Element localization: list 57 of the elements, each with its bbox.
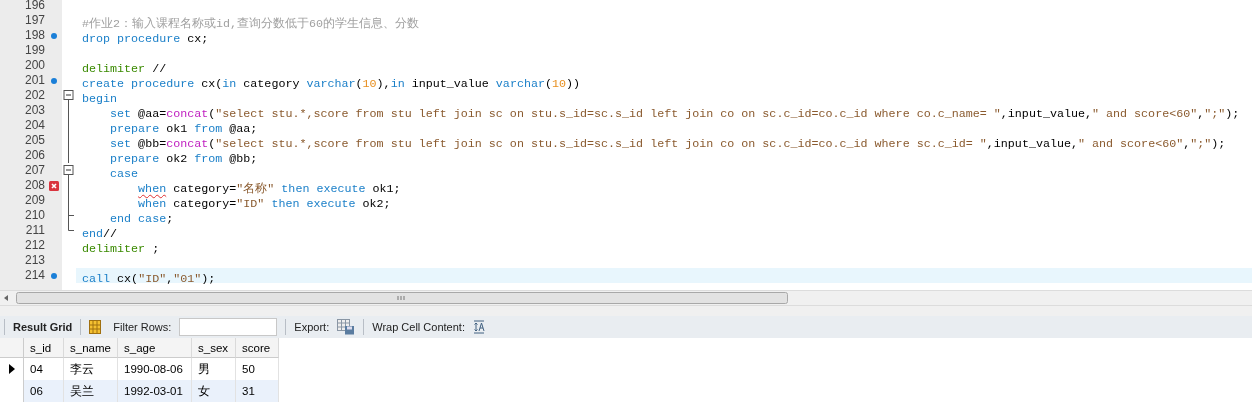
table-cell: 31	[236, 380, 279, 402]
grid-icon[interactable]	[89, 320, 102, 334]
code-line: when category="ID" then execute ok2;	[137, 197, 391, 211]
code-line: delimiter ;	[82, 242, 160, 256]
table-cell: 女	[192, 380, 236, 402]
code-line: begin	[82, 92, 118, 106]
code-line: end//	[82, 227, 118, 241]
code-line: call cx("ID","01");	[82, 272, 216, 286]
code-line: create procedure cx(in category varchar(10),in input_value varchar(10))	[82, 77, 581, 91]
line-number: 208	[23, 178, 45, 193]
line-number: 197	[23, 13, 45, 28]
line-number: 206	[23, 148, 45, 163]
line-number: 207	[23, 163, 45, 178]
code-line: when category="名称" then execute ok1;	[137, 182, 401, 196]
code-line: delimiter //	[82, 62, 167, 76]
code-line: end case;	[109, 212, 174, 226]
column-header[interactable]: s_name	[64, 338, 118, 358]
code-comment: #作业2：输入课程名称或id,查询分数低于60的学生信息、分数	[82, 17, 420, 31]
fold-toggle-icon[interactable]	[63, 88, 74, 103]
column-header[interactable]: s_age	[118, 338, 192, 358]
wrap-cell-content-label: Wrap Cell Content:	[372, 321, 465, 333]
horizontal-scrollbar[interactable]	[0, 290, 1252, 306]
table-cell: 06	[24, 380, 64, 402]
table-cell: 吴兰	[64, 380, 118, 402]
export-table-icon[interactable]	[337, 319, 356, 335]
wrap-text-icon[interactable]	[472, 320, 485, 334]
line-number: 211	[24, 223, 45, 238]
fold-toggle-icon[interactable]	[63, 163, 74, 178]
code-line: set @bb=concat("select stu.*,score from stu left join sc on stu.s_id=sc.s_id left join co on sc.c_id=co.c_id where sc.c_id= ",input_value," and score<60",";");	[109, 137, 1226, 151]
line-number: 199	[23, 43, 45, 58]
line-number: 209	[23, 193, 45, 208]
line-number: 213	[23, 253, 45, 268]
code-line: prepare ok1 from @aa;	[109, 122, 258, 136]
result-grid-tab[interactable]: Result Grid	[13, 321, 73, 333]
line-number: 210	[23, 208, 45, 223]
line-number: 214	[23, 268, 45, 283]
table-cell: 1992-03-01	[118, 380, 192, 402]
column-header[interactable]: score	[236, 338, 279, 358]
export-label: Export:	[294, 321, 330, 333]
code-line: case	[109, 167, 139, 181]
filter-rows-label: Filter Rows:	[113, 321, 172, 333]
line-number: 200	[23, 58, 45, 73]
line-number: 196	[23, 0, 45, 13]
filter-rows-field[interactable]	[179, 318, 278, 336]
line-number: 201	[23, 73, 45, 88]
code-line: drop procedure cx;	[82, 32, 209, 46]
line-number: 212	[23, 238, 45, 253]
line-number: 203	[23, 103, 45, 118]
line-number: 205	[23, 133, 45, 148]
line-number: 198	[23, 28, 45, 43]
column-header[interactable]: s_sex	[192, 338, 236, 358]
code-line: set @aa=concat("select stu.*,score from stu left join sc on stu.s_id=sc.s_id left join co on sc.c_id=co.c_id where co.c_name= ",input_value," and score<60",";");	[109, 107, 1240, 121]
code-line: prepare ok2 from @bb;	[109, 152, 258, 166]
scroll-thumb[interactable]	[16, 292, 788, 304]
column-header[interactable]: s_id	[24, 338, 64, 358]
line-number: 202	[23, 88, 45, 103]
line-number: 204	[23, 118, 45, 133]
